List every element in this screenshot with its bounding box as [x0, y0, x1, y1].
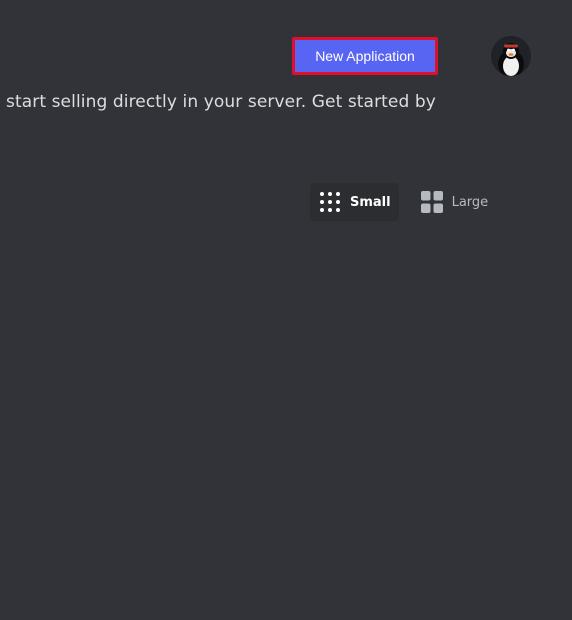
applications-page: New Application o start selling directly…: [0, 0, 572, 620]
card-size-toggle: Small Large: [310, 183, 496, 221]
size-option-small[interactable]: Small: [310, 183, 399, 221]
size-option-small-label: Small: [350, 194, 391, 210]
grid-large-icon: [420, 191, 443, 213]
size-option-large[interactable]: Large: [415, 183, 497, 221]
grid-small-icon: [319, 191, 341, 213]
new-application-button[interactable]: New Application: [292, 37, 438, 75]
intro-description: o start selling directly in your server.…: [0, 92, 436, 112]
user-avatar[interactable]: [491, 36, 531, 76]
penguin-avatar-icon: [491, 36, 531, 76]
size-option-large-label: Large: [451, 194, 489, 210]
